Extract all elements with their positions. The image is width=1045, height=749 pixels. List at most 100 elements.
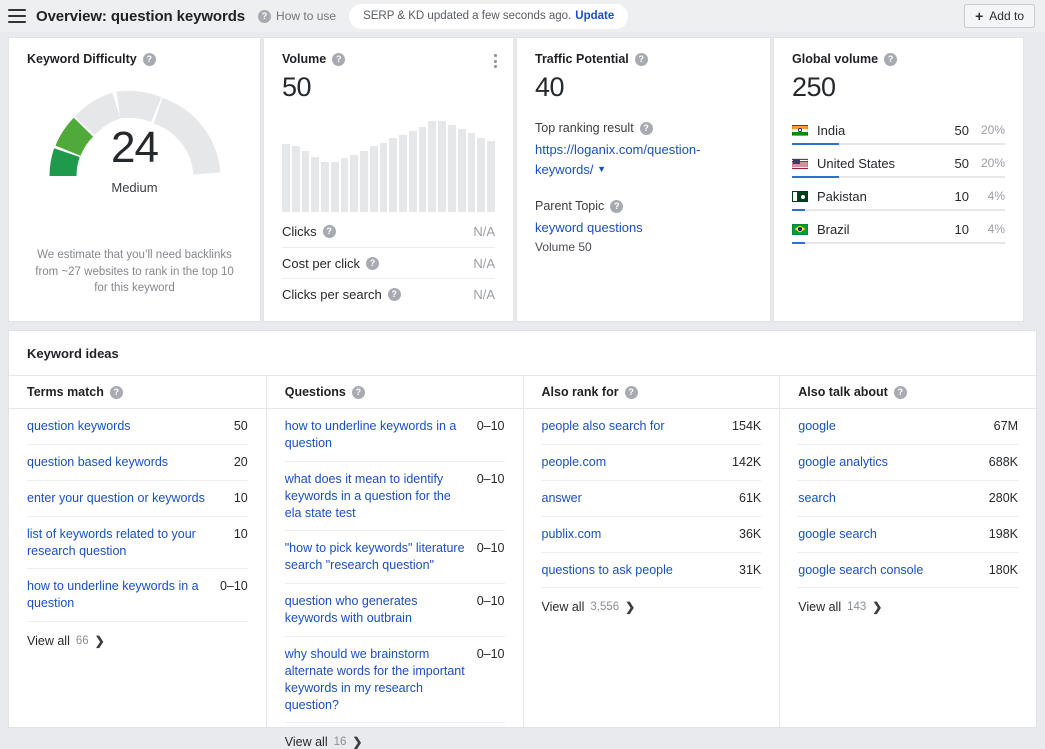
view-all-count: 143 [847, 601, 866, 613]
keyword-volume: 0–10 [477, 646, 505, 714]
question-mark-icon[interactable]: ? [323, 225, 336, 238]
country-share-fill [792, 209, 805, 211]
view-all-link[interactable]: View all143❯ [798, 588, 1018, 614]
view-all-label: View all [798, 600, 841, 614]
keyword-ideas-column: Also talk about? google67M google analytic… [779, 376, 1036, 728]
add-to-label: Add to [989, 9, 1024, 23]
country-percent: 4% [969, 222, 1005, 236]
sparkline-bar [292, 146, 300, 212]
view-all-link[interactable]: View all16❯ [285, 723, 505, 749]
keyword-volume: 198K [989, 526, 1018, 543]
column-title-label: Also talk about [798, 385, 888, 399]
country-name: Brazil [817, 222, 935, 237]
sparkline-bar [468, 133, 476, 212]
keyword-link[interactable]: question keywords [27, 418, 131, 435]
question-mark-icon[interactable]: ? [884, 53, 897, 66]
hamburger-icon[interactable] [8, 9, 26, 23]
keyword-link[interactable]: google [798, 418, 836, 435]
top-ranking-result-link[interactable]: https://loganix.com/question-keywords/ ▼ [535, 140, 752, 179]
view-all-link[interactable]: View all3,556❯ [542, 588, 762, 614]
keyword-link[interactable]: people also search for [542, 418, 665, 435]
keyword-link[interactable]: google search [798, 526, 877, 543]
keyword-row: google search 198K [798, 517, 1018, 553]
keyword-link[interactable]: how to underline keywords in a question [27, 578, 210, 612]
keyword-row: publix.com36K [542, 517, 762, 553]
keyword-link[interactable]: what does it mean to identify keywords i… [285, 471, 467, 522]
metric-value: N/A [473, 256, 495, 271]
keyword-ideas-heading: Keyword ideas [9, 331, 1036, 376]
question-mark-icon[interactable]: ? [352, 386, 365, 399]
view-all-label: View all [285, 735, 328, 749]
keyword-link[interactable]: questions to ask people [542, 562, 673, 579]
chevron-right-icon: ❯ [352, 735, 362, 749]
how-to-use-label: How to use [276, 9, 336, 23]
question-mark-icon[interactable]: ? [894, 386, 907, 399]
how-to-use-link[interactable]: ? How to use [258, 9, 336, 23]
keyword-volume: 0–10 [477, 593, 505, 627]
volume-sparkline-chart [282, 117, 495, 212]
serp-notice-text: SERP & KD updated a few seconds ago. [363, 10, 571, 22]
keyword-row: google67M [798, 409, 1018, 445]
question-mark-icon[interactable]: ? [640, 122, 653, 135]
keyword-difficulty-gauge: 24 Medium [27, 80, 242, 230]
question-mark-icon[interactable]: ? [110, 386, 123, 399]
metric-cards-row: Keyword Difficulty ? 24 Medium We estima… [0, 37, 1045, 322]
keyword-link[interactable]: "how to pick keywords" literature search… [285, 540, 467, 574]
parent-topic-label-wrap: Parent Topic ? [535, 199, 752, 213]
more-options-icon[interactable] [492, 52, 499, 70]
chevron-right-icon: ❯ [625, 600, 635, 614]
country-volume: 50 [935, 123, 969, 138]
volume-value: 50 [282, 74, 495, 101]
sparkline-bar [409, 131, 417, 212]
keyword-link[interactable]: google search console [798, 562, 923, 579]
sparkline-bar [311, 157, 319, 212]
country-share-bar [792, 143, 1005, 145]
keyword-row: people.com 142K [542, 445, 762, 481]
keyword-volume: 280K [989, 490, 1018, 507]
keyword-link[interactable]: search [798, 490, 836, 507]
top-ranking-result-label: Top ranking result [535, 121, 634, 135]
country-share-bar [792, 176, 1005, 178]
question-mark-icon[interactable]: ? [143, 53, 156, 66]
keyword-volume: 142K [732, 454, 761, 471]
sparkline-bar [350, 155, 358, 212]
question-mark-icon[interactable]: ? [388, 288, 401, 301]
question-mark-icon[interactable]: ? [366, 257, 379, 270]
chevron-down-icon[interactable]: ▼ [597, 163, 606, 177]
view-all-link[interactable]: View all66❯ [27, 622, 248, 648]
keyword-link[interactable]: list of keywords related to your researc… [27, 526, 224, 560]
country-row: India5020% [792, 117, 1005, 143]
country-share-fill [792, 242, 805, 244]
keyword-link[interactable]: question who generates keywords with out… [285, 593, 467, 627]
sparkline-bar [321, 162, 329, 212]
country-volume-item: Pakistan104% [792, 183, 1005, 216]
column-title-label: Also rank for [542, 385, 619, 399]
keyword-volume: 50 [234, 418, 248, 435]
question-mark-icon[interactable]: ? [625, 386, 638, 399]
update-link[interactable]: Update [575, 10, 614, 22]
question-mark-icon[interactable]: ? [635, 53, 648, 66]
column-title: Questions? [267, 376, 523, 409]
question-mark-icon[interactable]: ? [332, 53, 345, 66]
keyword-link[interactable]: google analytics [798, 454, 888, 471]
keyword-link[interactable]: publix.com [542, 526, 602, 543]
volume-card: Volume ? 50 Clicks ? N/A Cost per click … [263, 37, 514, 322]
top-ranking-result-row: https://loganix.com/question-keywords/ ▼ [535, 140, 752, 179]
country-row: United States5020% [792, 150, 1005, 176]
keyword-link[interactable]: question based keywords [27, 454, 168, 471]
sparkline-bar [458, 129, 466, 212]
add-to-button[interactable]: + Add to [964, 4, 1035, 28]
parent-topic-link[interactable]: keyword questions [535, 218, 752, 238]
keyword-ideas-column: Terms match?question keywords50question … [9, 376, 266, 728]
traffic-potential-value: 40 [535, 74, 752, 101]
question-mark-icon[interactable]: ? [610, 200, 623, 213]
metric-row: Clicks ? N/A [282, 216, 495, 247]
keyword-link[interactable]: why should we brainstorm alternate words… [285, 646, 467, 714]
keyword-row: google search console180K [798, 553, 1018, 589]
country-volume-list: India5020% United States5020% Pakistan104%… [792, 117, 1005, 249]
keyword-link[interactable]: enter your question or keywords [27, 490, 205, 507]
keyword-link[interactable]: answer [542, 490, 582, 507]
keyword-link[interactable]: people.com [542, 454, 607, 471]
top-bar: Overview: question keywords ? How to use… [0, 0, 1045, 32]
keyword-link[interactable]: how to underline keywords in a question [285, 418, 467, 452]
